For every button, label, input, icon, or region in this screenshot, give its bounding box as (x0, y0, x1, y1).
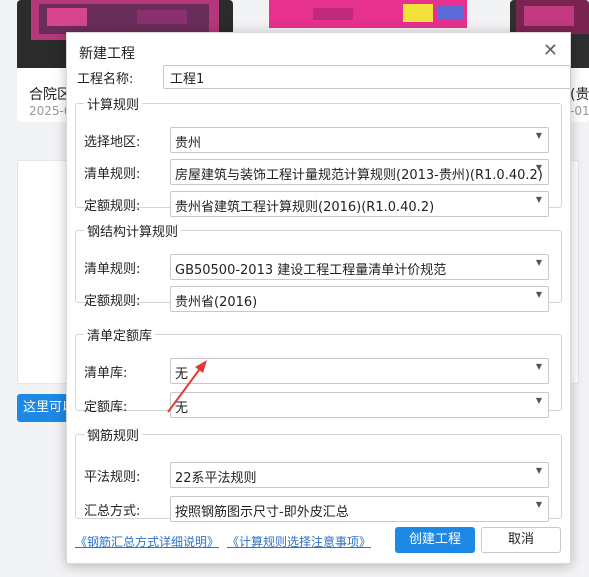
calc-rules-legend: 计算规则 (87, 98, 140, 113)
rebar-summary-help-link[interactable]: 《钢筋汇总方式详细说明》 (75, 533, 219, 550)
chevron-down-icon: ▼ (535, 163, 542, 172)
region-select[interactable]: 贵州 ▼ (170, 127, 549, 153)
steel-rules-group: 钢结构计算规则 清单规则: GB50500-2013 建设工程工程量清单计价规范… (75, 221, 562, 312)
chevron-down-icon: ▼ (535, 131, 542, 140)
bill-lib-value: 无 (175, 367, 189, 382)
bill-lib-label: 清单库: (84, 366, 128, 381)
chevron-down-icon: ▼ (535, 500, 542, 509)
create-project-button[interactable]: 创建工程 (395, 527, 475, 553)
quota-lib-legend: 清单定额库 (87, 329, 153, 344)
chevron-down-icon: ▼ (535, 396, 542, 405)
flat-rule-select[interactable]: 22系平法规则 ▼ (170, 462, 549, 488)
rebar-rules-group: 钢筋规则 平法规则: 22系平法规则 ▼ 汇总方式: 按照钢筋图示尺寸-即外皮汇… (75, 425, 562, 522)
steel-quota-rule-select[interactable]: 贵州省(2016) ▼ (170, 286, 549, 312)
summary-label: 汇总方式: (84, 504, 141, 519)
chevron-down-icon: ▼ (535, 290, 542, 299)
new-project-dialog: 新建工程 ✕ 工程名称: 计算规则 选择地区: 贵州 ▼ 清单规则: 房屋建筑与… (66, 32, 571, 564)
bill-lib-select[interactable]: 无 ▼ (170, 358, 549, 384)
chevron-down-icon: ▼ (535, 362, 542, 371)
project-card-2[interactable] (263, 0, 479, 32)
summary-select[interactable]: 按照钢筋图示尺寸-即外皮汇总 ▼ (170, 496, 549, 522)
quota-rule-label: 定额规则: (84, 199, 141, 214)
chevron-down-icon: ▼ (535, 258, 542, 267)
project-name-input[interactable] (163, 65, 571, 89)
dialog-title: 新建工程 (79, 46, 135, 62)
flat-rule-label: 平法规则: (84, 470, 141, 485)
chevron-down-icon: ▼ (535, 195, 542, 204)
project-name-label: 工程名称: (77, 72, 134, 87)
quota-lib-label: 定额库: (84, 400, 128, 415)
quota-rule-value: 贵州省建筑工程计算规则(2016)(R1.0.40.2) (175, 200, 435, 215)
quota-lib-group: 清单定额库 清单库: 无 ▼ 定额库: 无 ▼ (75, 325, 562, 418)
cancel-button[interactable]: 取消 (481, 527, 561, 553)
calc-rule-notes-link[interactable]: 《计算规则选择注意事项》 (227, 533, 371, 550)
steel-bill-rule-select[interactable]: GB50500-2013 建设工程工程量清单计价规范 ▼ (170, 254, 549, 280)
project-thumbnail-2 (263, 0, 479, 32)
quota-rule-select[interactable]: 贵州省建筑工程计算规则(2016)(R1.0.40.2) ▼ (170, 191, 549, 217)
quota-lib-select[interactable]: 无 ▼ (170, 392, 549, 418)
steel-bill-rule-value: GB50500-2013 建设工程工程量清单计价规范 (175, 263, 447, 278)
close-icon[interactable]: ✕ (543, 41, 558, 61)
region-label: 选择地区: (84, 135, 141, 150)
steel-rules-legend: 钢结构计算规则 (87, 225, 179, 240)
project-card-title: 合院区 (29, 87, 71, 103)
steel-bill-rule-label: 清单规则: (84, 262, 141, 277)
chevron-down-icon: ▼ (535, 466, 542, 475)
bill-rule-label: 清单规则: (84, 167, 141, 182)
project-card-date: -01 (570, 104, 589, 118)
flat-rule-value: 22系平法规则 (175, 471, 257, 486)
region-value: 贵州 (175, 136, 202, 151)
calc-rules-group: 计算规则 选择地区: 贵州 ▼ 清单规则: 房屋建筑与装饰工程计量规范计算规则(… (75, 94, 562, 217)
steel-quota-rule-label: 定额规则: (84, 294, 141, 309)
bill-rule-select[interactable]: 房屋建筑与装饰工程计量规范计算规则(2013-贵州)(R1.0.40.2) ▼ (170, 159, 549, 185)
bill-rule-value: 房屋建筑与装饰工程计量规范计算规则(2013-贵州)(R1.0.40.2) (175, 168, 543, 183)
project-card-title: (贵 (570, 87, 589, 103)
rebar-rules-legend: 钢筋规则 (87, 429, 140, 444)
summary-value: 按照钢筋图示尺寸-即外皮汇总 (175, 505, 349, 520)
quota-lib-value: 无 (175, 401, 189, 416)
steel-quota-rule-value: 贵州省(2016) (175, 295, 258, 310)
